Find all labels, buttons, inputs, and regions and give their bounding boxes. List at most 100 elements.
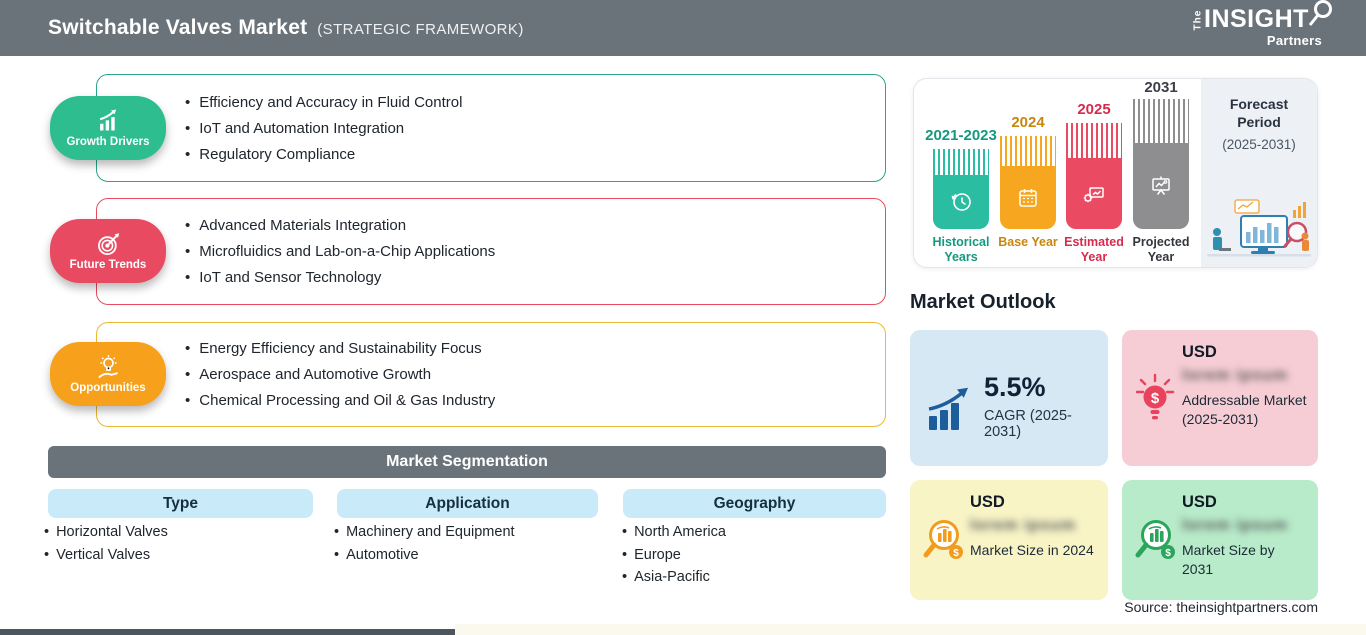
geography-list: North America Europe Asia-Pacific: [622, 524, 726, 585]
card-label: Market Size by 2031: [1182, 542, 1275, 578]
cagr-card: 5.5% CAGR (2025-2031): [910, 330, 1108, 466]
analytics-illustration: [1207, 199, 1311, 257]
list-item: IoT and Sensor Technology: [185, 269, 885, 286]
header-bar: Switchable Valves Market (STRATEGIC FRAM…: [0, 0, 1366, 56]
bottom-strip-light: [455, 624, 1366, 635]
card-text: USD lorem ipsum Market Size in 2024: [970, 493, 1096, 560]
application-list: Machinery and Equipment Automotive: [334, 524, 515, 563]
list-item: Vertical Valves: [44, 547, 168, 563]
currency-label: USD: [970, 493, 1005, 511]
forecast-period-range: (2025-2031): [1222, 137, 1296, 153]
redacted-value: lorem ipsum: [970, 517, 1077, 534]
segment-header-type: Type: [48, 489, 313, 518]
market-outlook-title: Market Outlook: [910, 291, 1056, 313]
gear-chart-icon: [1083, 186, 1104, 202]
list-item: Europe: [622, 547, 726, 563]
bar-body: [1066, 158, 1122, 229]
bar-body: [1133, 143, 1189, 229]
bulb-dollar-icon: $: [1135, 373, 1175, 420]
historical-years-bar: [933, 149, 989, 229]
growth-chart-arrow-icon: [928, 387, 968, 430]
growth-drivers-box: Efficiency and Accuracy in Fluid Control…: [96, 74, 886, 182]
badge-label: Opportunities: [70, 382, 146, 394]
bar-body: [1000, 166, 1056, 229]
calendar-icon: [1019, 188, 1037, 207]
list-item: IoT and Automation Integration: [185, 120, 885, 137]
year-name: Estimated Year: [1064, 235, 1124, 265]
presentation-chart-icon: [1152, 176, 1170, 195]
currency-label: USD: [1182, 493, 1217, 511]
bar-stripes: [1066, 123, 1122, 158]
logo-partners: Partners: [1266, 33, 1322, 48]
header-titles: Switchable Valves Market (STRATEGIC FRAM…: [48, 16, 524, 40]
list-item: Machinery and Equipment: [334, 524, 514, 540]
list-item: Regulatory Compliance: [185, 146, 885, 163]
magnifier-chart-dollar-icon: $: [923, 520, 963, 559]
bar-chart-growth-icon: [99, 109, 116, 131]
card-text: USD lorem ipsum Addressable Market (2025…: [1182, 343, 1308, 430]
year-name: Historical Years: [932, 235, 990, 265]
source-attribution: Source: theinsightpartners.com: [1124, 599, 1318, 615]
list-item: Energy Efficiency and Sustainability Foc…: [185, 340, 885, 357]
bar-body: [933, 175, 989, 229]
magnifier-chart-dollar-icon: $: [1135, 520, 1175, 559]
segmentation-title-bar: Market Segmentation: [48, 446, 886, 478]
card-label: Addressable Market (2025-2031): [1182, 392, 1307, 428]
addressable-market-card: $ USD lorem ipsum Addressable Market (20…: [1122, 330, 1318, 466]
currency-label: USD: [1182, 343, 1217, 361]
forecast-period-panel: Forecast Period (2025-2031): [1201, 79, 1317, 267]
bottom-strip-dark: [0, 629, 455, 635]
card-text: USD lorem ipsum Market Size by 2031: [1182, 493, 1308, 580]
list-item: Asia-Pacific: [622, 569, 726, 585]
year-name: Projected Year: [1132, 235, 1190, 265]
market-size-2024-card: $ USD lorem ipsum Market Size in 2024: [910, 480, 1108, 600]
svg-text:$: $: [953, 548, 959, 559]
list-item: Microfluidics and Lab-on-a-Chip Applicat…: [185, 243, 885, 260]
redacted-value: lorem ipsum: [1182, 517, 1289, 534]
svg-text:$: $: [1165, 548, 1171, 559]
year-label: 2031: [1144, 79, 1178, 96]
opportunities-box: Energy Efficiency and Sustainability Foc…: [96, 322, 886, 427]
badge-label: Future Trends: [69, 259, 147, 271]
list-item: Advanced Materials Integration: [185, 217, 885, 234]
timeline-card: Forecast Period (2025-2031) 2021-2023 Hi…: [913, 78, 1318, 268]
target-dart-icon: [97, 233, 119, 255]
card-label: Market Size in 2024: [970, 542, 1094, 558]
cagr-label: CAGR (2025-2031): [984, 408, 1072, 440]
segment-header-geography: Geography: [623, 489, 886, 518]
redacted-value: lorem ipsum: [1182, 367, 1289, 384]
year-name: Base Year: [998, 235, 1058, 249]
list-item: Aerospace and Automotive Growth: [185, 366, 885, 383]
future-trends-box: Advanced Materials Integration Microflui…: [96, 198, 886, 305]
list-item: Automotive: [334, 547, 515, 563]
estimated-year-bar: [1066, 123, 1122, 229]
bar-stripes: [933, 149, 989, 175]
insight-partners-logo: The INSIGHT Partners: [1192, 0, 1332, 48]
logo-row: The INSIGHT: [1192, 0, 1332, 33]
bar-stripes: [1000, 136, 1056, 166]
year-label: 2025: [1077, 101, 1111, 118]
infographic-canvas: Switchable Valves Market (STRATEGIC FRAM…: [0, 0, 1366, 635]
logo-the: The: [1192, 9, 1204, 31]
forecast-period-title: Forecast Period: [1229, 96, 1289, 131]
page-subtitle: (STRATEGIC FRAMEWORK): [317, 21, 524, 38]
future-trends-badge: Future Trends: [50, 219, 166, 283]
magnifier-lens-icon: [1308, 0, 1332, 26]
opportunities-badge: Opportunities: [50, 342, 166, 406]
list-item: North America: [622, 524, 726, 540]
list-item: Chemical Processing and Oil & Gas Indust…: [185, 392, 885, 409]
projected-year-bar: [1133, 99, 1189, 229]
segment-header-application: Application: [337, 489, 598, 518]
bar-stripes: [1133, 99, 1189, 143]
svg-text:$: $: [1151, 390, 1160, 407]
badge-label: Growth Drivers: [66, 136, 150, 148]
market-size-2031-card: $ USD lorem ipsum Market Size by 2031: [1122, 480, 1318, 600]
type-list: Horizontal Valves Vertical Valves: [44, 524, 168, 563]
clock-history-icon: [951, 193, 971, 211]
hand-bulb-icon: [98, 355, 118, 379]
growth-drivers-badge: Growth Drivers: [50, 96, 166, 160]
logo-insight: INSIGHT: [1204, 5, 1309, 33]
list-item: Horizontal Valves: [44, 524, 168, 540]
cagr-value: 5.5%: [984, 372, 1046, 402]
base-year-bar: [1000, 136, 1056, 229]
